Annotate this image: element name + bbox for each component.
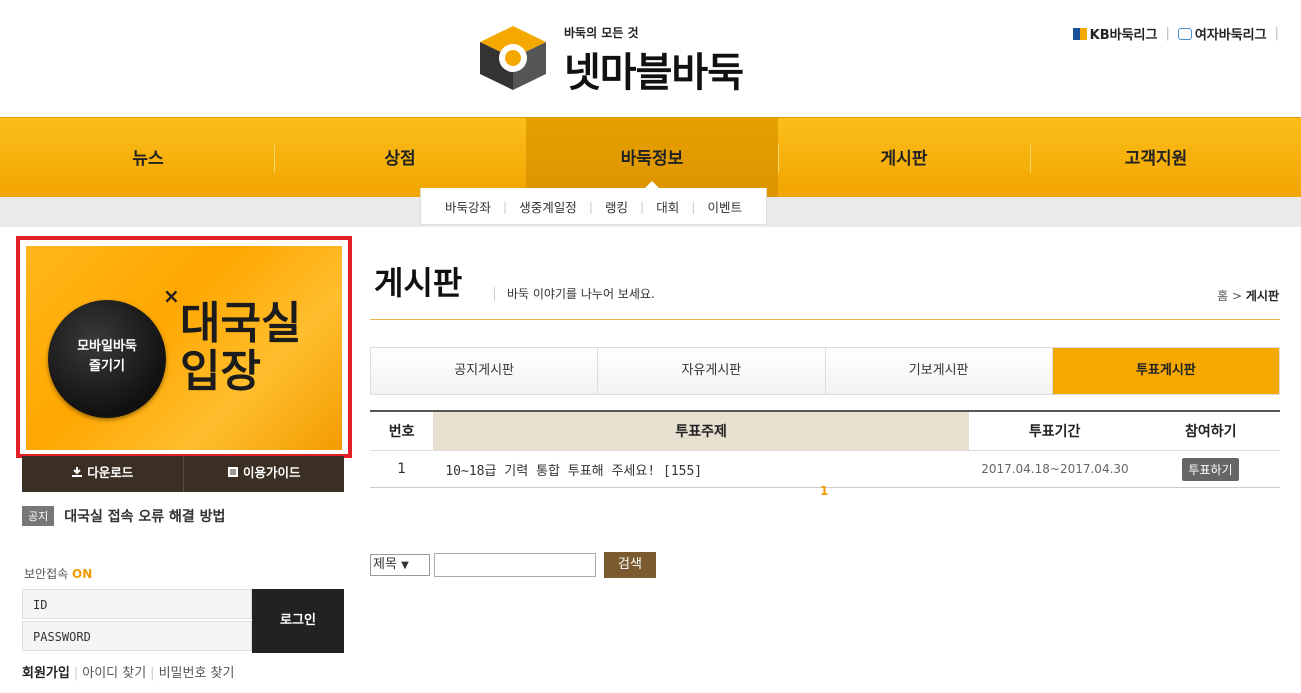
kb-league-icon xyxy=(1072,28,1087,40)
password-field[interactable]: PASSWORD xyxy=(22,621,252,651)
banner-actions: 다운로드 이용가이드 xyxy=(22,456,344,492)
col-action: 참여하기 xyxy=(1141,411,1280,451)
search-field-select[interactable]: 제목 ▼ xyxy=(370,554,430,576)
id-field[interactable]: ID xyxy=(22,589,252,619)
tab-vote-board[interactable]: 투표게시판 xyxy=(1051,348,1279,394)
women-league-icon xyxy=(1177,28,1192,40)
row-period: 2017.04.18~2017.04.30 xyxy=(968,450,1142,488)
page-description: 바둑 이야기를 나누어 보세요. xyxy=(494,287,655,301)
download-button[interactable]: 다운로드 xyxy=(22,456,183,492)
login-form: ID PASSWORD 로그인 xyxy=(22,589,344,653)
tab-kibo-board[interactable]: 기보게시판 xyxy=(824,348,1052,394)
find-id-link[interactable]: 아이디 찾기 xyxy=(82,666,146,681)
notice-text: 대국실 접속 오류 해결 방법 xyxy=(64,509,226,525)
row-subject[interactable]: 10~18급 기력 통합 투표해 주세요! [155] xyxy=(433,450,969,488)
women-league-link[interactable]: 여자바둑리그 xyxy=(1177,24,1267,43)
logo-name: 넷마블바둑 xyxy=(564,50,744,96)
mobile-baduk-text: 모바일바둑 즐기기 xyxy=(77,339,137,374)
breadcrumb-home[interactable]: 홈 xyxy=(1217,289,1228,303)
download-icon xyxy=(72,467,83,477)
chevron-down-icon: ▼ xyxy=(401,560,409,571)
col-subject: 투표주제 xyxy=(433,411,969,451)
nav-item-shop[interactable]: 상점 xyxy=(274,118,526,198)
col-number: 번호 xyxy=(370,411,434,451)
link-divider: | xyxy=(73,666,79,681)
row-number: 1 xyxy=(370,450,434,488)
subnav-caret xyxy=(645,181,659,188)
table-header-row: 번호 투표주제 투표기간 참여하기 xyxy=(370,411,1280,451)
find-password-link[interactable]: 비밀번호 찾기 xyxy=(159,666,235,681)
game-room-banner[interactable]: 모바일바둑 즐기기 × 대국실 입장 xyxy=(16,236,352,458)
notice-badge: 공지 xyxy=(22,506,55,526)
list-icon xyxy=(227,467,238,477)
top-links: KB바둑리그 | 여자바둑리그 | xyxy=(1072,24,1279,43)
kb-league-link[interactable]: KB바둑리그 xyxy=(1072,24,1157,43)
nav-item-news[interactable]: 뉴스 xyxy=(22,118,274,198)
subnav-item-live[interactable]: 생중계일정 xyxy=(507,197,589,216)
cube-logo-icon xyxy=(480,26,546,90)
breadcrumb: 홈 > 게시판 xyxy=(1217,289,1279,303)
search-bar: 제목 ▼ 검색 xyxy=(370,552,656,578)
table-row: 1 10~18급 기력 통합 투표해 주세요! [155] 2017.04.18… xyxy=(370,450,1280,488)
page-title: 게시판 xyxy=(374,264,463,302)
subnav-item-ranking[interactable]: 랭킹 xyxy=(593,197,640,216)
logo-tagline: 바둑의 모든 것 xyxy=(564,26,639,40)
search-input[interactable] xyxy=(434,553,596,577)
search-button[interactable]: 검색 xyxy=(604,552,656,578)
login-button[interactable]: 로그인 xyxy=(252,589,344,653)
title-divider xyxy=(370,319,1280,320)
join-link[interactable]: 회원가입 xyxy=(22,666,70,681)
tab-free-board[interactable]: 자유게시판 xyxy=(597,348,825,394)
col-period: 투표기간 xyxy=(968,411,1142,451)
vote-table: 번호 투표주제 투표기간 참여하기 1 10~18급 기력 통합 투표해 주세요… xyxy=(370,410,1280,488)
link-divider: | xyxy=(1274,26,1279,41)
guide-button[interactable]: 이용가이드 xyxy=(182,456,345,492)
site-logo[interactable]: 바둑의 모든 것 넷마블바둑 xyxy=(478,16,818,96)
secure-login-toggle[interactable]: 보안접속 ON xyxy=(24,565,92,582)
link-divider: | xyxy=(1165,26,1170,41)
board-tabs: 공지게시판 자유게시판 기보게시판 투표게시판 xyxy=(370,347,1280,395)
subnav-item-event[interactable]: 이벤트 xyxy=(695,197,754,216)
nav-item-support[interactable]: 고객지원 xyxy=(1030,118,1282,198)
tab-notice-board[interactable]: 공지게시판 xyxy=(371,348,598,394)
subnav-item-lecture[interactable]: 바둑강좌 xyxy=(433,197,503,216)
pagination-current[interactable]: 1 xyxy=(820,484,828,498)
nav-item-board[interactable]: 게시판 xyxy=(778,118,1030,198)
account-links: 회원가입 | 아이디 찾기 | 비밀번호 찾기 xyxy=(22,662,234,681)
sub-nav: 바둑강좌 | 생중계일정 | 랭킹 | 대회 | 이벤트 xyxy=(420,188,767,225)
banner-times-mark: × xyxy=(163,284,180,308)
banner-headline: 대국실 입장 xyxy=(180,298,302,397)
subnav-item-tournament[interactable]: 대회 xyxy=(644,197,691,216)
notice-item[interactable]: 공지 대국실 접속 오류 해결 방법 xyxy=(22,506,225,526)
link-divider: | xyxy=(150,666,155,681)
secure-state: ON xyxy=(72,567,93,581)
vote-button[interactable]: 투표하기 xyxy=(1182,457,1239,481)
breadcrumb-current: 게시판 xyxy=(1245,289,1279,303)
